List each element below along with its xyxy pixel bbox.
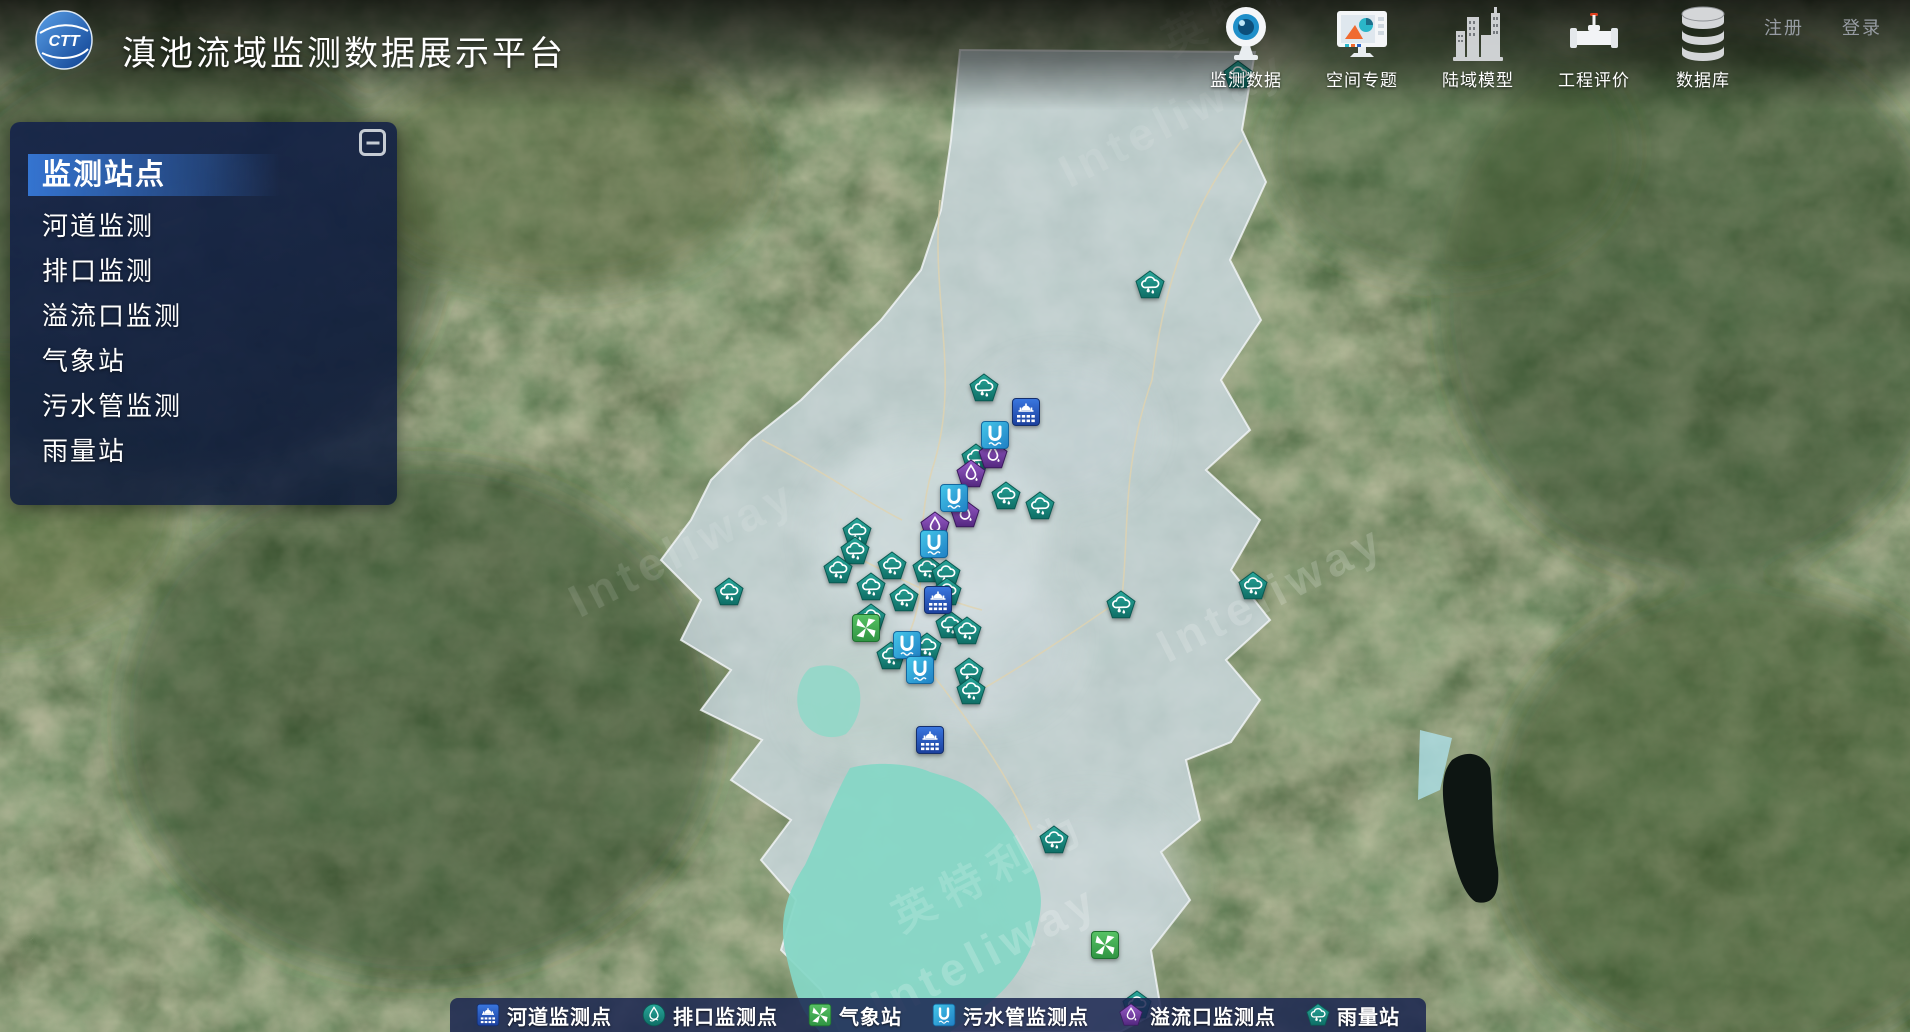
pipe-valve-icon: [1566, 4, 1622, 64]
legend-label: 溢流口监测点: [1150, 1001, 1276, 1030]
legend-item-outfall[interactable]: 排口监测点: [642, 1001, 778, 1030]
application-window: 英特利为 Inteliway Inteliway Inteliway 英特利为 …: [0, 0, 1910, 1032]
nav-label: 工程评价: [1558, 66, 1630, 91]
collapse-panel-button[interactable]: [359, 129, 386, 156]
river-station-marker[interactable]: [1011, 397, 1041, 427]
page-title: 滇池流域监测数据展示平台: [122, 26, 566, 75]
legend-label: 雨量站: [1337, 1001, 1400, 1030]
legend-label: 排口监测点: [673, 1001, 778, 1030]
nav-label: 空间专题: [1326, 66, 1398, 91]
weather-station-marker[interactable]: [851, 613, 881, 643]
rain-station-marker[interactable]: [714, 577, 744, 607]
panel-title[interactable]: 监测站点: [28, 154, 280, 196]
legend-label: 河道监测点: [507, 1001, 612, 1030]
legend-item-rain[interactable]: 雨量站: [1306, 1001, 1400, 1030]
rain-station-marker[interactable]: [856, 572, 886, 602]
river-station-icon: [476, 1003, 500, 1027]
legend-label: 气象站: [839, 1001, 902, 1030]
rain-station-icon: [1306, 1003, 1330, 1027]
monitor-chart-icon: [1333, 4, 1391, 64]
company-logo-icon: CTT: [34, 9, 94, 71]
minus-icon: [366, 141, 379, 144]
webcam-icon: [1218, 4, 1274, 64]
monitoring-stations-panel: 监测站点 河道监测 排口监测 溢流口监测 气象站 污水管监测 雨量站: [10, 122, 397, 505]
rain-station-marker[interactable]: [956, 676, 986, 706]
overflow-station-icon: [1119, 1003, 1143, 1027]
rain-station-marker[interactable]: [823, 555, 853, 585]
panel-item-sewage-monitoring[interactable]: 污水管监测: [42, 384, 397, 429]
sewage-pipe-icon: [932, 1003, 956, 1027]
nav-item-land-model[interactable]: 陆域模型: [1442, 4, 1514, 91]
login-link[interactable]: 登录: [1842, 14, 1882, 40]
panel-item-outfall-monitoring[interactable]: 排口监测: [42, 249, 397, 294]
outfall-station-icon: [642, 1003, 666, 1027]
rain-station-marker[interactable]: [889, 583, 919, 613]
river-station-marker[interactable]: [923, 585, 953, 615]
svg-text:CTT: CTT: [48, 33, 80, 50]
nav-label: 陆域模型: [1442, 66, 1514, 91]
river-station-marker[interactable]: [915, 725, 945, 755]
auth-links: 注册 登录: [1764, 14, 1882, 40]
panel-item-river-monitoring[interactable]: 河道监测: [42, 204, 397, 249]
main-nav: 监测数据: [1210, 4, 1732, 91]
rain-station-marker[interactable]: [1039, 825, 1069, 855]
map-legend: 河道监测点 排口监测点 气象站 污水管监测点 溢流口监测点 雨量站: [450, 998, 1426, 1032]
rain-station-marker[interactable]: [1025, 491, 1055, 521]
panel-item-weather-station[interactable]: 气象站: [42, 339, 397, 384]
nav-item-monitor-data[interactable]: 监测数据: [1210, 4, 1282, 91]
panel-item-rain-station[interactable]: 雨量站: [42, 429, 397, 474]
legend-item-sewage[interactable]: 污水管监测点: [932, 1001, 1089, 1030]
panel-item-overflow-monitoring[interactable]: 溢流口监测: [42, 294, 397, 339]
legend-item-overflow[interactable]: 溢流口监测点: [1119, 1001, 1276, 1030]
nav-item-spatial-theme[interactable]: 空间专题: [1326, 4, 1398, 91]
rain-station-marker[interactable]: [1106, 590, 1136, 620]
rain-station-marker[interactable]: [969, 373, 999, 403]
nav-item-project-evaluation[interactable]: 工程评价: [1558, 4, 1630, 91]
sewage-station-marker[interactable]: [905, 655, 935, 685]
weather-station-icon: [808, 1003, 832, 1027]
rain-station-marker[interactable]: [1238, 571, 1268, 601]
nav-label: 数据库: [1676, 66, 1730, 91]
legend-label: 污水管监测点: [963, 1001, 1089, 1030]
rain-station-marker[interactable]: [1135, 270, 1165, 300]
register-link[interactable]: 注册: [1764, 14, 1804, 40]
legend-item-weather[interactable]: 气象站: [808, 1001, 902, 1030]
weather-station-marker[interactable]: [1090, 930, 1120, 960]
sewage-station-marker[interactable]: [919, 529, 949, 559]
database-icon: [1674, 4, 1732, 64]
header: CTT 滇池流域监测数据展示平台 监测数据: [0, 0, 1910, 95]
rain-station-marker[interactable]: [952, 616, 982, 646]
legend-item-river[interactable]: 河道监测点: [476, 1001, 612, 1030]
sewage-station-marker[interactable]: [980, 420, 1010, 450]
rain-station-marker[interactable]: [991, 481, 1021, 511]
nav-label: 监测数据: [1210, 66, 1282, 91]
sewage-station-marker[interactable]: [939, 483, 969, 513]
city-buildings-icon: [1450, 4, 1506, 64]
nav-item-database[interactable]: 数据库: [1674, 4, 1732, 91]
